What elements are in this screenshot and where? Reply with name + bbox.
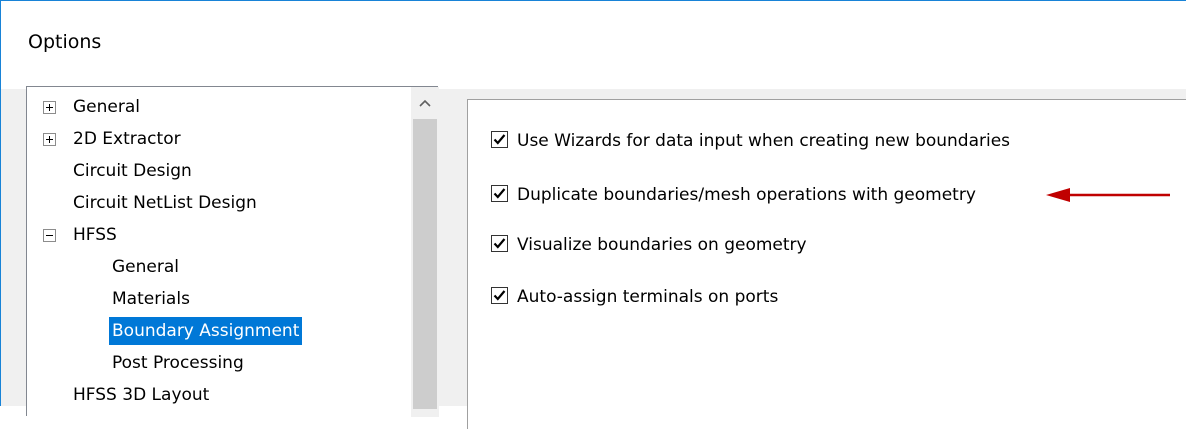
tree-item-label: HFSS [73,225,117,245]
tree-item-label: General [73,97,140,117]
checkmark-icon [493,187,506,199]
tree-item-label: Post Processing [112,353,244,373]
tree-item-label: 2D Extractor [73,129,181,149]
expand-plus-icon[interactable] [43,133,56,146]
checkbox[interactable] [491,130,508,148]
tree-item-label: Circuit Design [73,161,192,181]
tree-item-label: Materials [112,289,190,309]
checkbox[interactable] [491,184,508,202]
options-panel: Use Wizards for data input when creating… [467,99,1186,429]
checkmark-icon [493,289,506,301]
option-auto-assign-terminals[interactable]: Auto-assign terminals on ports [491,284,778,310]
checkmark-icon [493,133,506,145]
tree-item-circuit-netlist-design[interactable]: Circuit NetList Design [73,189,257,217]
option-use-wizards[interactable]: Use Wizards for data input when creating… [491,128,1010,154]
option-visualize-boundaries[interactable]: Visualize boundaries on geometry [491,232,807,258]
tree-item-boundary-assignment[interactable]: Boundary Assignment [109,317,303,345]
tree-item-hfss-general[interactable]: General [112,253,179,281]
tree-item-label: General [112,257,179,277]
scroll-thumb[interactable] [413,119,437,409]
tree-item-label: HFSS 3D Layout [73,385,210,405]
chevron-up-icon[interactable] [411,87,439,119]
option-label: Auto-assign terminals on ports [517,287,779,307]
tree-item-label: Circuit NetList Design [73,193,257,213]
dialog-title: Options [28,31,102,53]
red-arrow-icon [1046,188,1170,202]
option-label: Use Wizards for data input when creating… [517,131,1011,151]
tree-item-materials[interactable]: Materials [112,285,190,313]
checkbox[interactable] [491,286,508,304]
tree-item-post-processing[interactable]: Post Processing [112,349,244,377]
expand-plus-icon[interactable] [43,101,56,114]
tree-item-hfss-3d-layout[interactable]: HFSS 3D Layout [73,381,209,409]
checkmark-icon [493,237,506,249]
option-label: Duplicate boundaries/mesh operations wit… [517,185,976,205]
tree-scrollbar[interactable] [411,87,439,417]
options-tree: General 2D Extractor Circuit Design Circ… [26,86,439,417]
option-label: Visualize boundaries on geometry [517,235,807,255]
title-bar: Options [1,1,1186,89]
tree-item-label: Boundary Assignment [109,317,303,345]
collapse-minus-icon[interactable] [43,229,56,242]
options-dialog: Options General 2D Extractor Circuit Des… [0,0,1186,429]
checkbox[interactable] [491,234,508,252]
option-duplicate-boundaries[interactable]: Duplicate boundaries/mesh operations wit… [491,182,976,208]
tree-item-circuit-design[interactable]: Circuit Design [73,157,192,185]
